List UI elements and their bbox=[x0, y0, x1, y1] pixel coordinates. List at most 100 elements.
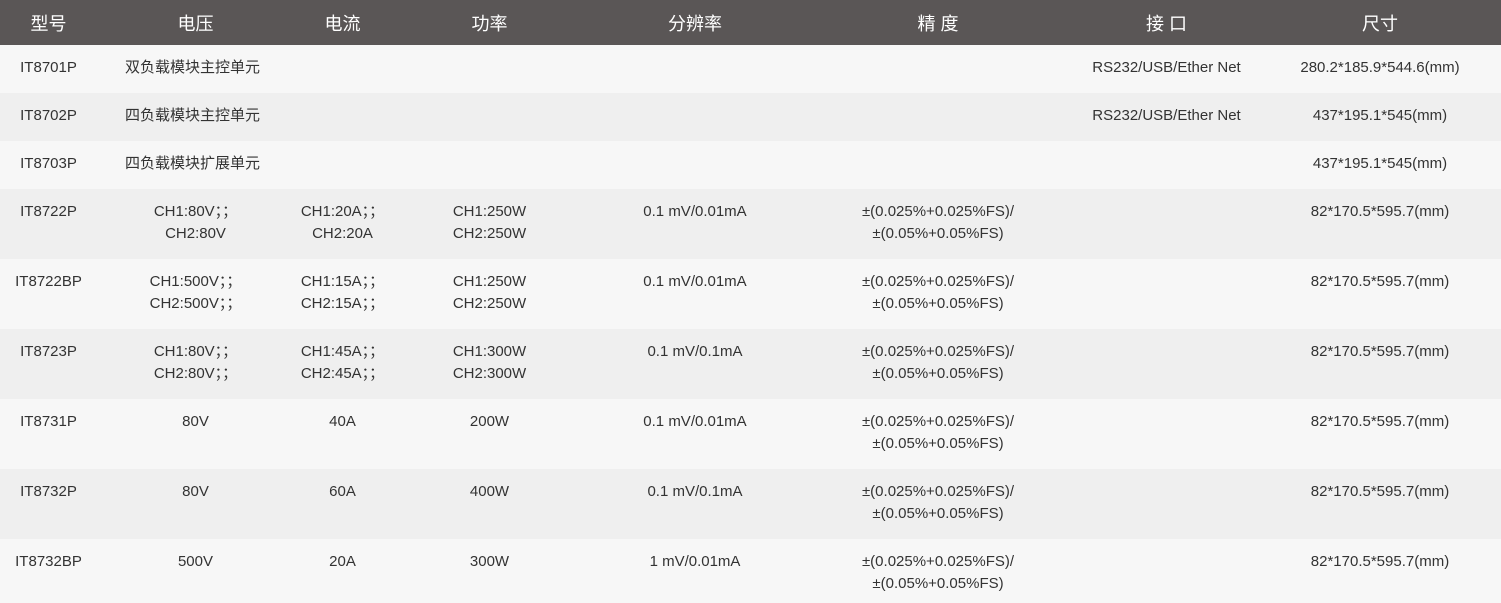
voltage-line: 80V bbox=[182, 413, 209, 430]
header-resolution: 分辨率 bbox=[668, 13, 722, 34]
cell-size: 437*195.1*545(mm) bbox=[1312, 107, 1448, 124]
table-row: IT8703P 四负载模块扩展单元 437*195.1*545(mm) bbox=[0, 141, 1501, 189]
cell-accuracy: ±(0.025%+0.025%FS)/ ±(0.05%+0.05%FS) bbox=[802, 399, 1074, 469]
table-row: IT8722BP CH1:500V；； CH2:500V；； CH1:15A；；… bbox=[0, 259, 1501, 329]
voltage-line: CH2:80V bbox=[165, 225, 226, 242]
cell-current: 20A bbox=[294, 539, 391, 603]
cell-accuracy: ±(0.025%+0.025%FS)/ ±(0.05%+0.05%FS) bbox=[802, 189, 1074, 259]
cell-voltage: CH1:500V；； CH2:500V；； bbox=[97, 259, 294, 329]
cell-accuracy: ±(0.025%+0.025%FS)/ ±(0.05%+0.05%FS) bbox=[802, 539, 1074, 603]
cell-model: IT8702P bbox=[20, 107, 77, 124]
accuracy-line: ±(0.025%+0.025%FS)/ bbox=[861, 553, 1015, 570]
current-line: CH1:15A；； bbox=[300, 273, 385, 290]
table-row: IT8722P CH1:80V；； CH2:80V CH1:20A；； CH2:… bbox=[0, 189, 1501, 259]
voltage-line: CH1:80V；； bbox=[153, 343, 238, 360]
cell-model: IT8703P bbox=[20, 155, 77, 172]
cell-accuracy: ±(0.025%+0.025%FS)/ ±(0.05%+0.05%FS) bbox=[802, 469, 1074, 539]
cell-power: CH1:300W CH2:300W bbox=[391, 329, 588, 399]
cell-interface: RS232/USB/Ether Net bbox=[1092, 59, 1241, 76]
cell-voltage: CH1:80V；； CH2:80V；； bbox=[97, 329, 294, 399]
table-body: IT8701P 双负载模块主控单元 RS232/USB/Ether Net 28… bbox=[0, 45, 1501, 603]
cell-interface bbox=[1074, 329, 1259, 399]
cell-model: IT8722BP bbox=[15, 273, 82, 290]
cell-size: 82*170.5*595.7(mm) bbox=[1310, 483, 1450, 500]
accuracy-line: ±(0.025%+0.025%FS)/ bbox=[861, 343, 1015, 360]
voltage-line: CH1:500V；； bbox=[149, 273, 242, 290]
accuracy-line: ±(0.05%+0.05%FS) bbox=[872, 575, 1004, 592]
cell-accuracy: ±(0.025%+0.025%FS)/ ±(0.05%+0.05%FS) bbox=[802, 329, 1074, 399]
cell-current: 60A bbox=[294, 469, 391, 539]
cell-current: CH1:15A；； CH2:15A；； bbox=[294, 259, 391, 329]
header-size: 尺寸 bbox=[1362, 13, 1398, 34]
current-line: 60A bbox=[329, 483, 356, 500]
voltage-line: 80V bbox=[182, 483, 209, 500]
cell-model: IT8732BP bbox=[15, 553, 82, 570]
voltage-line: 500V bbox=[177, 553, 214, 570]
table-row: IT8701P 双负载模块主控单元 RS232/USB/Ether Net 28… bbox=[0, 45, 1501, 93]
current-line: 20A bbox=[329, 553, 356, 570]
cell-description: 四负载模块主控单元 bbox=[125, 107, 261, 124]
cell-model: IT8722P bbox=[20, 203, 77, 220]
header-power: 功率 bbox=[471, 13, 508, 34]
cell-model: IT8701P bbox=[20, 59, 77, 76]
accuracy-line: ±(0.025%+0.025%FS)/ bbox=[861, 413, 1015, 430]
cell-resolution: 0.1 mV/0.01mA bbox=[643, 273, 747, 290]
cell-resolution: 0.1 mV/0.1mA bbox=[647, 483, 743, 500]
table-row: IT8723P CH1:80V；； CH2:80V；； CH1:45A；； CH… bbox=[0, 329, 1501, 399]
current-line: CH2:20A bbox=[312, 225, 373, 242]
voltage-line: CH2:80V；； bbox=[153, 365, 238, 382]
cell-interface bbox=[1074, 259, 1259, 329]
current-line: CH2:45A；； bbox=[300, 365, 385, 382]
power-line: CH2:250W bbox=[452, 295, 527, 312]
power-line: CH2:250W bbox=[452, 225, 527, 242]
cell-interface bbox=[1074, 141, 1259, 189]
current-line: CH1:20A；； bbox=[300, 203, 385, 220]
power-line: CH1:250W bbox=[452, 203, 527, 220]
cell-interface bbox=[1074, 189, 1259, 259]
voltage-line: CH1:80V；； bbox=[153, 203, 238, 220]
header-interface: 接 口 bbox=[1145, 13, 1187, 34]
header-accuracy: 精 度 bbox=[917, 13, 959, 34]
cell-resolution: 0.1 mV/0.01mA bbox=[643, 203, 747, 220]
header-voltage: 电压 bbox=[177, 13, 214, 34]
cell-voltage: 80V bbox=[97, 399, 294, 469]
accuracy-line: ±(0.05%+0.05%FS) bbox=[872, 225, 1004, 242]
accuracy-line: ±(0.05%+0.05%FS) bbox=[872, 295, 1004, 312]
table-row: IT8731P 80V 40A 200W 0.1 mV/0.01mA ±(0.0… bbox=[0, 399, 1501, 469]
cell-size: 82*170.5*595.7(mm) bbox=[1310, 273, 1450, 290]
cell-power: 400W bbox=[391, 469, 588, 539]
table-row: IT8702P 四负载模块主控单元 RS232/USB/Ether Net 43… bbox=[0, 93, 1501, 141]
cell-model: IT8732P bbox=[20, 483, 77, 500]
cell-voltage: 80V bbox=[97, 469, 294, 539]
accuracy-line: ±(0.025%+0.025%FS)/ bbox=[861, 483, 1015, 500]
cell-power: 200W bbox=[391, 399, 588, 469]
current-line: 40A bbox=[329, 413, 356, 430]
cell-power: 300W bbox=[391, 539, 588, 603]
cell-voltage: CH1:80V；； CH2:80V bbox=[97, 189, 294, 259]
power-line: CH1:250W bbox=[452, 273, 527, 290]
cell-size: 437*195.1*545(mm) bbox=[1312, 155, 1448, 172]
header-current: 电流 bbox=[324, 13, 361, 34]
cell-voltage: 500V bbox=[97, 539, 294, 603]
cell-size: 82*170.5*595.7(mm) bbox=[1310, 413, 1450, 430]
power-line: CH2:300W bbox=[452, 365, 527, 382]
cell-resolution: 1 mV/0.01mA bbox=[649, 553, 741, 570]
cell-power: CH1:250W CH2:250W bbox=[391, 259, 588, 329]
cell-current: CH1:45A；； CH2:45A；； bbox=[294, 329, 391, 399]
header-model: 型号 bbox=[30, 13, 67, 34]
cell-interface bbox=[1074, 399, 1259, 469]
cell-model: IT8723P bbox=[20, 343, 77, 360]
voltage-line: CH2:500V；； bbox=[149, 295, 242, 312]
accuracy-line: ±(0.05%+0.05%FS) bbox=[872, 505, 1004, 522]
cell-model: IT8731P bbox=[20, 413, 77, 430]
cell-interface bbox=[1074, 539, 1259, 603]
accuracy-line: ±(0.05%+0.05%FS) bbox=[872, 365, 1004, 382]
power-line: CH1:300W bbox=[452, 343, 527, 360]
cell-current: 40A bbox=[294, 399, 391, 469]
power-line: 200W bbox=[469, 413, 510, 430]
cell-size: 82*170.5*595.7(mm) bbox=[1310, 343, 1450, 360]
cell-resolution: 0.1 mV/0.1mA bbox=[647, 343, 743, 360]
spec-table: 型号 电压 电流 功率 分辨率 精 度 接 口 尺寸 IT8701P 双负载模块… bbox=[0, 0, 1501, 603]
cell-size: 280.2*185.9*544.6(mm) bbox=[1300, 59, 1460, 76]
accuracy-line: ±(0.025%+0.025%FS)/ bbox=[861, 273, 1015, 290]
